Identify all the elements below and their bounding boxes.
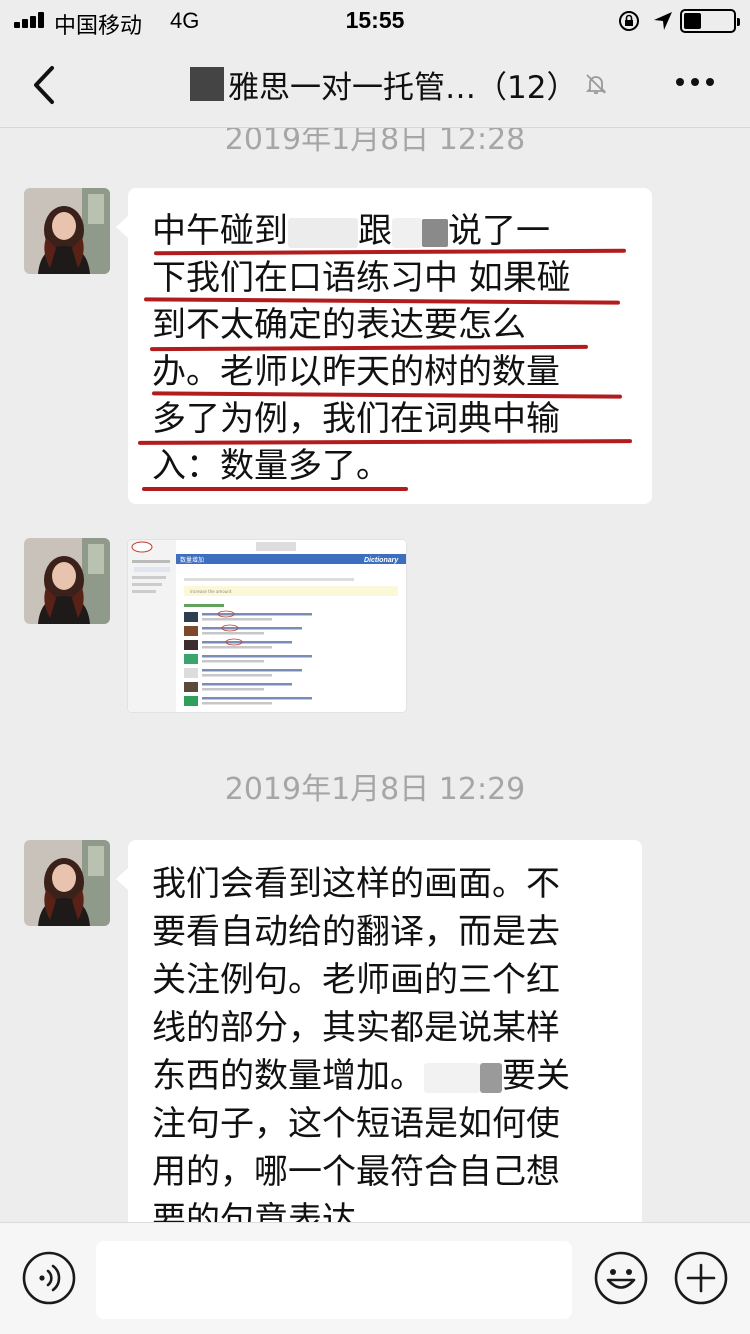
message-input[interactable] bbox=[96, 1241, 572, 1319]
message-bubble[interactable]: 中午碰到跟说了一 下我们在口语练习中 如果碰 到不太确定的表达要怎么 办。老师以… bbox=[116, 188, 652, 504]
example-sentence bbox=[202, 683, 292, 686]
example-translation bbox=[202, 674, 272, 677]
message-line: 关注例句。老师画的三个红 bbox=[152, 960, 560, 1000]
avatar[interactable] bbox=[24, 538, 110, 624]
example-thumbnail bbox=[184, 696, 198, 706]
example-sentence bbox=[202, 697, 312, 700]
emoji-icon[interactable] bbox=[594, 1251, 648, 1305]
example-sentence bbox=[202, 641, 292, 644]
message-bubble[interactable]: 我们会看到这样的画面。不 要看自动给的翻译，而是去 关注例句。老师画的三个红 线… bbox=[116, 840, 642, 1222]
message-line: 我们会看到这样的画面。不 bbox=[152, 864, 560, 904]
message-timestamp: 2019年1月8日 12:29 bbox=[224, 772, 526, 807]
redacted-name bbox=[424, 1062, 480, 1093]
message-line: 线的部分，其实都是说某样 bbox=[152, 1008, 560, 1048]
dictionary-header-title: 数量增加 bbox=[180, 556, 204, 564]
example-sentence bbox=[202, 669, 302, 672]
voice-icon[interactable] bbox=[22, 1251, 76, 1305]
example-thumbnail bbox=[184, 668, 198, 678]
avatar[interactable] bbox=[24, 188, 110, 274]
example-translation bbox=[202, 632, 264, 635]
message-line: 东西的数量增加。 要关 bbox=[152, 1056, 570, 1096]
message-line: 注句子，这个短语是如何使 bbox=[152, 1104, 560, 1144]
battery-icon bbox=[680, 9, 740, 33]
image-message[interactable]: 数量增加 Dictionary increase the amount bbox=[128, 540, 406, 712]
battery-fill bbox=[684, 13, 701, 29]
example-translation bbox=[202, 618, 272, 621]
example-translation bbox=[202, 702, 272, 705]
example-thumbnail bbox=[184, 626, 198, 636]
search-box-text: increase the amount bbox=[190, 589, 232, 594]
example-thumbnail bbox=[184, 654, 198, 664]
redacted-name bbox=[422, 218, 448, 247]
chat-header: 雅思一对一托管…（12） bbox=[0, 42, 750, 128]
more-dots-icon[interactable] bbox=[676, 72, 716, 92]
location-arrow-icon bbox=[654, 12, 672, 30]
example-thumbnail bbox=[184, 640, 198, 650]
chat-title: 雅思一对一托管…（12） bbox=[228, 69, 578, 106]
message-line: 到不太确定的表达要怎么 bbox=[149, 302, 630, 352]
message-line: 多了为例，我们在词典中输 bbox=[137, 396, 633, 445]
example-thumbnail bbox=[184, 682, 198, 692]
redacted-name bbox=[190, 67, 224, 101]
message-line: 入：数量多了。 bbox=[142, 443, 630, 491]
avatar[interactable] bbox=[24, 840, 110, 926]
example-sentence bbox=[202, 627, 302, 630]
example-translation bbox=[202, 646, 272, 649]
muted-bell-icon bbox=[586, 74, 607, 94]
example-thumbnail bbox=[184, 612, 198, 622]
example-translation bbox=[202, 660, 264, 663]
example-sentence bbox=[202, 655, 312, 658]
status-bar: 中国移动 4G 15:55 bbox=[0, 0, 750, 42]
message-timestamp: 2019年1月8日 12:28 bbox=[224, 128, 526, 157]
rotation-lock-icon bbox=[619, 11, 639, 31]
message-line: 用的，哪一个最符合自己想 bbox=[152, 1152, 560, 1192]
message-line: 要看自动给的翻译，而是去 bbox=[152, 912, 560, 952]
input-bar bbox=[0, 1222, 750, 1334]
chat-title-area[interactable]: 雅思一对一托管…（12） bbox=[190, 62, 609, 106]
message-list[interactable]: 2019年1月8日 12:28 中午碰到跟说了一 下我们在口语练习中 如果碰 到… bbox=[0, 128, 750, 1222]
example-translation bbox=[202, 688, 264, 691]
message-line: 办。老师以昨天的树的数量 bbox=[151, 349, 630, 399]
redacted-name bbox=[288, 217, 358, 248]
message-line: 中午碰到跟说了一 bbox=[152, 208, 630, 256]
message-line: 要的句意表达。 bbox=[152, 1200, 390, 1222]
message-line: 下我们在口语练习中 如果碰 bbox=[143, 255, 630, 305]
back-chevron-icon[interactable] bbox=[26, 60, 66, 110]
dictionary-brand: Dictionary bbox=[364, 557, 399, 564]
plus-icon[interactable] bbox=[674, 1251, 728, 1305]
